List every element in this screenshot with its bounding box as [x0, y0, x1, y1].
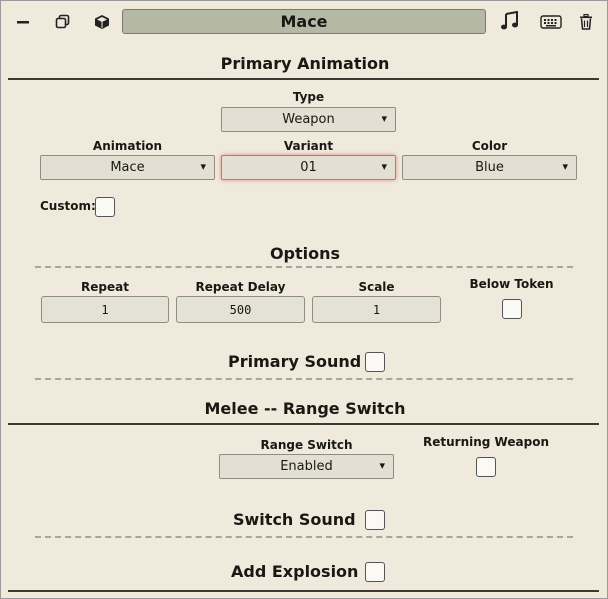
scale-input[interactable]: 1 — [312, 296, 441, 323]
below-token-label: Below Token — [469, 277, 554, 291]
section-divider — [8, 78, 599, 80]
minimize-icon[interactable] — [12, 11, 34, 33]
primary-sound-label: Primary Sound — [228, 352, 362, 371]
chevron-down-icon: ▾ — [200, 160, 206, 173]
range-switch-value: Enabled — [280, 459, 333, 474]
cube-icon[interactable] — [91, 11, 113, 33]
color-label: Color — [471, 139, 508, 153]
type-select-value: Weapon — [282, 112, 335, 127]
item-name-text: Mace — [280, 12, 328, 31]
repeat-value: 1 — [101, 302, 109, 317]
switch-sound-label: Switch Sound — [233, 510, 356, 529]
repeat-delay-value: 500 — [229, 302, 252, 317]
type-label: Type — [292, 90, 325, 104]
range-switch-select[interactable]: Enabled ▾ — [219, 454, 394, 479]
animation-select-value: Mace — [110, 160, 145, 175]
chevron-down-icon: ▾ — [562, 160, 568, 173]
keyboard-icon[interactable] — [538, 11, 564, 33]
section-divider — [8, 423, 599, 425]
animation-select[interactable]: Mace ▾ — [40, 155, 215, 180]
variant-select[interactable]: 01 ▾ — [221, 155, 396, 180]
variant-label: Variant — [283, 139, 334, 153]
add-explosion-label: Add Explosion — [231, 562, 359, 581]
repeat-delay-label: Repeat Delay — [195, 280, 286, 294]
custom-checkbox[interactable] — [95, 197, 115, 217]
returning-weapon-label: Returning Weapon — [423, 435, 549, 449]
item-name-field[interactable]: Mace — [122, 9, 486, 34]
add-explosion-checkbox[interactable] — [365, 562, 385, 582]
copy-icon[interactable] — [52, 11, 74, 33]
primary-animation-title: Primary Animation — [220, 54, 390, 73]
variant-select-value: 01 — [300, 160, 317, 175]
color-select[interactable]: Blue ▾ — [402, 155, 577, 180]
trash-icon[interactable] — [575, 11, 597, 33]
below-token-checkbox[interactable] — [502, 299, 522, 319]
dashed-divider — [35, 378, 573, 380]
color-select-value: Blue — [475, 160, 504, 175]
repeat-delay-input[interactable]: 500 — [176, 296, 305, 323]
scale-label: Scale — [358, 280, 395, 294]
music-icon[interactable] — [499, 10, 521, 32]
chevron-down-icon: ▾ — [381, 112, 387, 125]
animation-config-window: Mace Primary Animation Type Weapon ▾ Ani… — [0, 0, 608, 599]
custom-label: Custom: — [40, 199, 96, 213]
section-divider — [8, 590, 599, 592]
returning-weapon-checkbox[interactable] — [476, 457, 496, 477]
repeat-label: Repeat — [81, 280, 129, 294]
options-title: Options — [269, 244, 341, 263]
range-switch-label: Range Switch — [260, 438, 353, 452]
switch-sound-checkbox[interactable] — [365, 510, 385, 530]
chevron-down-icon: ▾ — [381, 160, 387, 173]
chevron-down-icon: ▾ — [379, 459, 385, 472]
repeat-input[interactable]: 1 — [41, 296, 169, 323]
scale-value: 1 — [372, 302, 381, 317]
dashed-divider — [35, 536, 573, 538]
type-select[interactable]: Weapon ▾ — [221, 107, 396, 132]
dashed-divider — [35, 266, 573, 268]
animation-label: Animation — [92, 139, 163, 153]
melee-range-switch-title: Melee -- Range Switch — [204, 399, 406, 418]
primary-sound-checkbox[interactable] — [365, 352, 385, 372]
